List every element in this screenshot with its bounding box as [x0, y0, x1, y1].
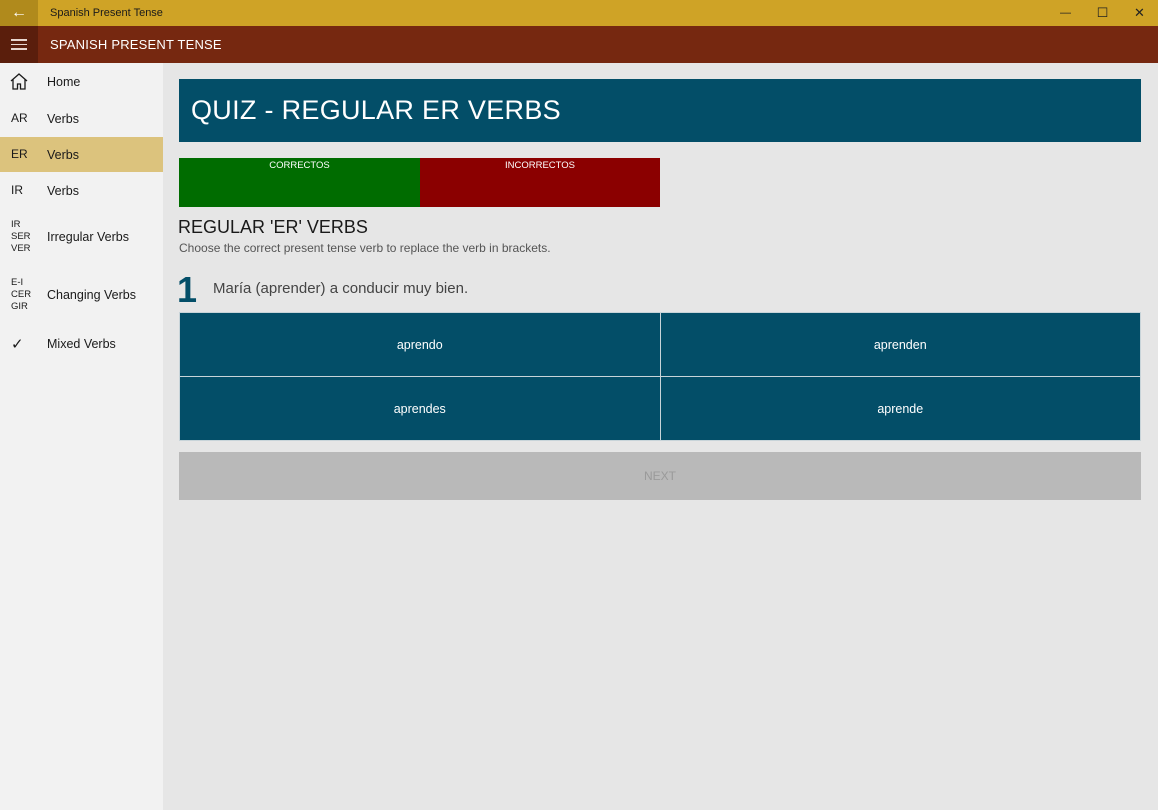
sidebar-nav: Home AR Verbs ER Verbs IR Verbs IR SER V…: [0, 63, 163, 810]
answer-button[interactable]: aprendo: [180, 313, 660, 376]
home-icon: [10, 73, 28, 93]
back-arrow-icon: ←: [11, 4, 27, 21]
question-number: 1: [177, 269, 198, 310]
maximize-button[interactable]: ☐: [1084, 0, 1121, 26]
sidebar-item-label: Verbs: [47, 111, 79, 126]
sidebar-item-ir-verbs[interactable]: IR Verbs: [0, 173, 163, 208]
window-title-bar: ← Spanish Present Tense — ☐ ✕: [0, 0, 1158, 26]
ir-text-icon: IR: [11, 183, 23, 197]
answer-button[interactable]: aprendes: [180, 377, 660, 440]
close-button[interactable]: ✕: [1121, 0, 1158, 26]
incorrect-label: INCORRECTOS: [504, 160, 576, 171]
answer-grid: aprendo aprenden aprendes aprende: [179, 312, 1141, 441]
correct-score-panel: CORRECTOS: [179, 158, 420, 207]
sidebar-item-ar-verbs[interactable]: AR Verbs: [0, 101, 163, 136]
sidebar-item-mixed-verbs[interactable]: ✓ Mixed Verbs: [0, 326, 163, 362]
sidebar-item-home[interactable]: Home: [0, 63, 163, 100]
ar-text-icon: AR: [11, 111, 28, 125]
sidebar-item-label: Irregular Verbs: [47, 230, 129, 244]
sidebar-item-irregular-verbs[interactable]: IR SER VER Irregular Verbs: [0, 211, 163, 263]
incorrect-score-panel: INCORRECTOS: [420, 158, 660, 207]
section-subtitle: Choose the correct present tense verb to…: [179, 241, 551, 255]
sidebar-item-changing-verbs[interactable]: E-I CER GIR Changing Verbs: [0, 269, 163, 321]
minimize-button[interactable]: —: [1047, 0, 1084, 26]
hamburger-icon-line: [11, 43, 27, 46]
hamburger-menu-button[interactable]: [0, 26, 38, 63]
sidebar-item-er-verbs[interactable]: ER Verbs: [0, 137, 163, 172]
next-button[interactable]: NEXT: [179, 452, 1141, 500]
answer-button[interactable]: aprenden: [660, 313, 1140, 376]
back-button[interactable]: ←: [0, 0, 38, 26]
correct-label: CORRECTOS: [269, 160, 330, 171]
irregular-text-icon: IR SER VER: [11, 219, 31, 254]
sidebar-item-label: Verbs: [47, 147, 79, 162]
hamburger-icon-line: [11, 48, 27, 50]
checkmark-icon: ✓: [11, 335, 24, 353]
window-controls: — ☐ ✕: [1047, 0, 1158, 26]
answer-button[interactable]: aprende: [660, 377, 1140, 440]
er-text-icon: ER: [11, 147, 28, 161]
sidebar-item-label: Verbs: [47, 183, 79, 198]
hamburger-icon-line: [11, 39, 27, 41]
page-title: QUIZ - REGULAR ER VERBS: [191, 95, 561, 125]
minimize-icon: —: [1060, 7, 1071, 19]
close-icon: ✕: [1134, 5, 1145, 20]
sidebar-item-label: Home: [47, 74, 81, 89]
section-title: REGULAR 'ER' VERBS: [178, 217, 368, 237]
app-header: SPANISH PRESENT TENSE: [0, 26, 1158, 63]
maximize-icon: ☐: [1096, 5, 1109, 20]
window-title: Spanish Present Tense: [50, 7, 163, 19]
app-title: SPANISH PRESENT TENSE: [50, 37, 222, 52]
sidebar-item-label: Mixed Verbs: [47, 337, 116, 351]
quiz-header-banner: QUIZ - REGULAR ER VERBS: [179, 79, 1141, 142]
sidebar-item-label: Changing Verbs: [47, 288, 136, 302]
question-text: María (aprender) a conducir muy bien.: [213, 280, 469, 297]
changing-text-icon: E-I CER GIR: [11, 277, 32, 312]
